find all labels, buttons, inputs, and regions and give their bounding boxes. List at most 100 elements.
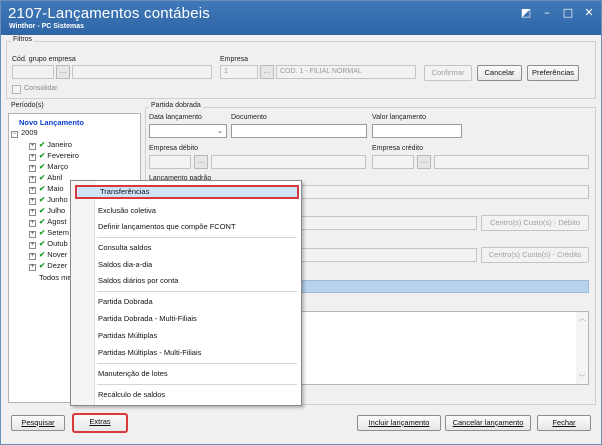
tree-item-month[interactable]: + ✔ Janeiro — [29, 140, 72, 150]
tree-item-month[interactable]: + ✔ Setem — [29, 228, 69, 238]
check-icon: ✔ — [39, 140, 46, 149]
tree-item-month[interactable]: + ✔ Junho — [29, 195, 68, 205]
tree-item-month[interactable]: + ✔ Fevereiro — [29, 151, 79, 161]
check-icon: ✔ — [39, 184, 46, 193]
month-label: Dezer — [47, 261, 68, 270]
menu-item-saldos-dia-a-dia[interactable]: Saldos dia-a-dia — [75, 258, 299, 272]
tree-item-novo-lancamento[interactable]: Novo Lançamento — [19, 118, 84, 127]
filters-title: Filtros — [11, 36, 35, 43]
expand-icon[interactable]: + — [29, 165, 36, 172]
cod-grupo-label: Cód. grupo empresa — [12, 56, 76, 63]
cancelar-filter-button[interactable]: Cancelar — [477, 65, 522, 81]
check-icon: ✔ — [39, 250, 46, 259]
tree-item-month[interactable]: + ✔ Agost — [29, 217, 66, 227]
extras-label: Extras — [89, 417, 111, 426]
empresa-debito-desc — [211, 155, 366, 169]
empresa-credito-input[interactable] — [372, 155, 414, 169]
conta-credito-desc — [301, 248, 477, 262]
historico-scrollbar[interactable]: ︿ ﹀ — [576, 312, 588, 384]
cancelar-lancamento-button[interactable]: Cancelar lançamento — [445, 415, 531, 431]
tree-item-month[interactable]: + ✔ Abril — [29, 173, 62, 183]
expand-icon[interactable]: + — [29, 209, 36, 216]
expand-icon[interactable]: + — [29, 220, 36, 227]
expand-icon[interactable]: + — [29, 231, 36, 238]
check-icon: ✔ — [39, 162, 46, 171]
expand-icon[interactable]: + — [29, 154, 36, 161]
menu-item-partida-dobrada-multi[interactable]: Partida Dobrada - Multi-Filiais — [75, 312, 299, 326]
data-lancamento-label: Data lançamento — [149, 114, 202, 121]
menu-item-manutencao-lotes[interactable]: Manutenção de lotes — [75, 367, 299, 381]
empresa-code-input[interactable]: 1 — [220, 65, 258, 79]
menu-item-partida-dobrada[interactable]: Partida Dobrada — [75, 295, 299, 309]
minimize-icon[interactable]: – — [541, 6, 553, 19]
centro-credito-label: Centro(s) Custo(s) - Crédito — [488, 250, 582, 259]
month-label: Março — [47, 162, 69, 171]
empresa-credito-lookup-button[interactable]: ... — [417, 155, 431, 169]
expand-icon[interactable]: + — [29, 143, 36, 150]
month-label: Abril — [47, 173, 63, 182]
lancamento-padrao-desc — [301, 185, 589, 199]
expand-icon[interactable]: + — [29, 198, 36, 205]
title-bar[interactable]: 2107-Lançamentos contábeis Winthor - PC … — [1, 1, 601, 35]
tree-item-month[interactable]: + ✔ Março — [29, 162, 68, 172]
maximize-icon[interactable]: □ — [562, 6, 574, 19]
menu-item-partidas-multiplas[interactable]: Partidas Múltiplas — [75, 329, 299, 343]
tree-item-month[interactable]: + ✔ Julho — [29, 206, 65, 216]
check-icon: ✔ — [39, 239, 46, 248]
consolidar-checkbox[interactable] — [12, 85, 21, 94]
confirmar-label: Confirmar — [431, 68, 465, 77]
menu-item-transferencias[interactable]: Transferências — [75, 185, 299, 199]
extras-button[interactable]: Extras — [72, 413, 128, 433]
fechar-button[interactable]: Fechar — [537, 415, 591, 431]
data-lancamento-combo[interactable]: ⌄ — [149, 124, 227, 138]
expand-icon[interactable]: + — [29, 253, 36, 260]
pesquisar-button[interactable]: Pesquisar — [11, 415, 65, 431]
restore-icon[interactable]: ◩ — [520, 6, 532, 19]
empresa-debito-lookup-button[interactable]: ... — [194, 155, 208, 169]
consolidar-label: Consolidar — [24, 85, 58, 92]
documento-input[interactable] — [231, 124, 367, 138]
empresa-debito-label: Empresa débito — [149, 145, 199, 152]
chevron-down-icon[interactable]: ⌄ — [216, 128, 224, 136]
tree-item-month[interactable]: + ✔ Maio — [29, 184, 64, 194]
month-label: Julho — [47, 206, 66, 215]
collapse-icon[interactable]: − — [11, 131, 18, 138]
chevron-up-icon[interactable]: ︿ — [576, 312, 588, 324]
expand-icon[interactable]: + — [29, 264, 36, 271]
menu-item-partidas-multiplas-multi[interactable]: Partidas Múltiplas - Multi-Filiais — [75, 346, 299, 360]
tree-item-month[interactable]: + ✔ Dezer — [29, 261, 67, 271]
tree-item-year[interactable]: −2009 — [11, 128, 38, 138]
window-title: 2107-Lançamentos contábeis — [8, 5, 211, 22]
tree-item-month[interactable]: + ✔ Outub — [29, 239, 68, 249]
expand-icon[interactable]: + — [29, 176, 36, 183]
todos-label: Todos me — [39, 273, 72, 282]
empresa-debito-input[interactable] — [149, 155, 191, 169]
tree-item-todos[interactable]: Todos me — [39, 273, 72, 282]
menu-item-saldos-diarios-conta[interactable]: Saldos diários por conta — [75, 274, 299, 288]
incluir-lancamento-button[interactable]: Incluir lançamento — [357, 415, 441, 431]
chevron-down-icon[interactable]: ﹀ — [576, 372, 588, 384]
centro-custo-debito-button[interactable]: Centro(s) Custo(s) - Débito — [481, 215, 589, 231]
tree-item-month[interactable]: + ✔ Nover — [29, 250, 67, 260]
valor-lancamento-label: Valor lançamento — [372, 114, 426, 121]
menu-item-definir-fcont[interactable]: Definir lançamentos que compõe FCONT — [75, 220, 299, 234]
menu-item-recalculo-saldos[interactable]: Recálculo de saldos — [75, 388, 299, 402]
valor-lancamento-input[interactable] — [372, 124, 462, 138]
menu-item-consulta-saldos[interactable]: Consulta saldos — [75, 241, 299, 255]
confirmar-button[interactable]: Confirmar — [424, 65, 472, 81]
centro-debito-label: Centro(s) Custo(s) - Débito — [489, 218, 581, 227]
fechar-label: Fechar — [552, 418, 576, 427]
preferencias-button[interactable]: Preferências — [527, 65, 579, 81]
empresa-lookup-button[interactable]: ... — [260, 65, 274, 79]
empresa-credito-label: Empresa crédito — [372, 145, 423, 152]
partida-title: Partida dobrada — [149, 102, 203, 109]
menu-separator — [97, 363, 297, 364]
centro-custo-credito-button[interactable]: Centro(s) Custo(s) - Crédito — [481, 247, 589, 263]
expand-icon[interactable]: + — [29, 187, 36, 194]
month-label: Maio — [47, 184, 64, 193]
cod-grupo-input[interactable] — [12, 65, 54, 79]
close-icon[interactable]: ✕ — [583, 6, 595, 19]
menu-item-exclusao-coletiva[interactable]: Exclusão coletiva — [75, 204, 299, 218]
cod-grupo-lookup-button[interactable]: ... — [56, 65, 70, 79]
expand-icon[interactable]: + — [29, 242, 36, 249]
